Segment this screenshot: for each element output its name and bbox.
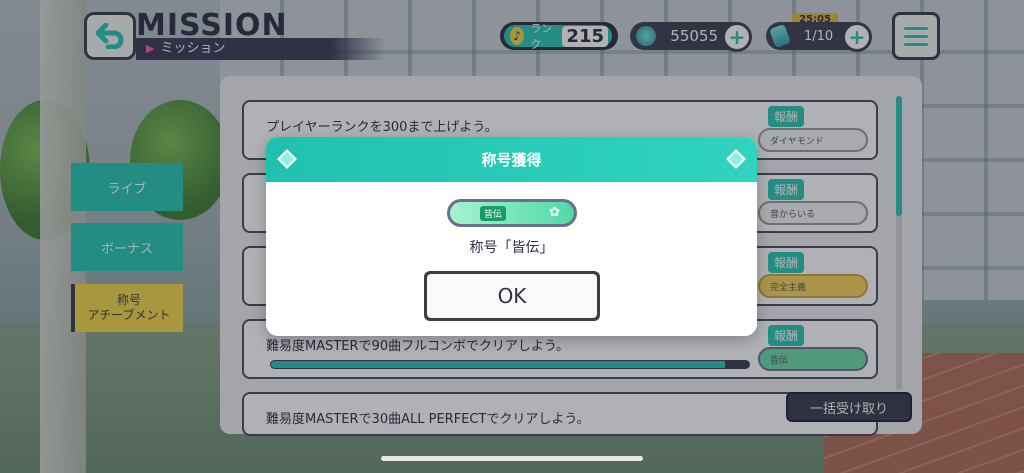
- title-acquired-dialog: 称号獲得 皆伝 ✿ 称号「皆伝」 OK: [266, 137, 757, 336]
- dialog-message: 称号「皆伝」: [469, 240, 554, 256]
- ok-button[interactable]: OK: [424, 271, 600, 321]
- title-badge: 皆伝 ✿: [447, 199, 577, 227]
- badge-label: 皆伝: [480, 205, 507, 221]
- diamond-icon: [277, 149, 297, 169]
- dialog-header: 称号獲得: [266, 137, 757, 182]
- diamond-icon: [726, 149, 746, 169]
- dialog-title: 称号獲得: [481, 151, 542, 169]
- flower-icon: ✿: [549, 205, 560, 220]
- ok-button-label: OK: [427, 274, 597, 318]
- home-indicator[interactable]: [381, 456, 643, 461]
